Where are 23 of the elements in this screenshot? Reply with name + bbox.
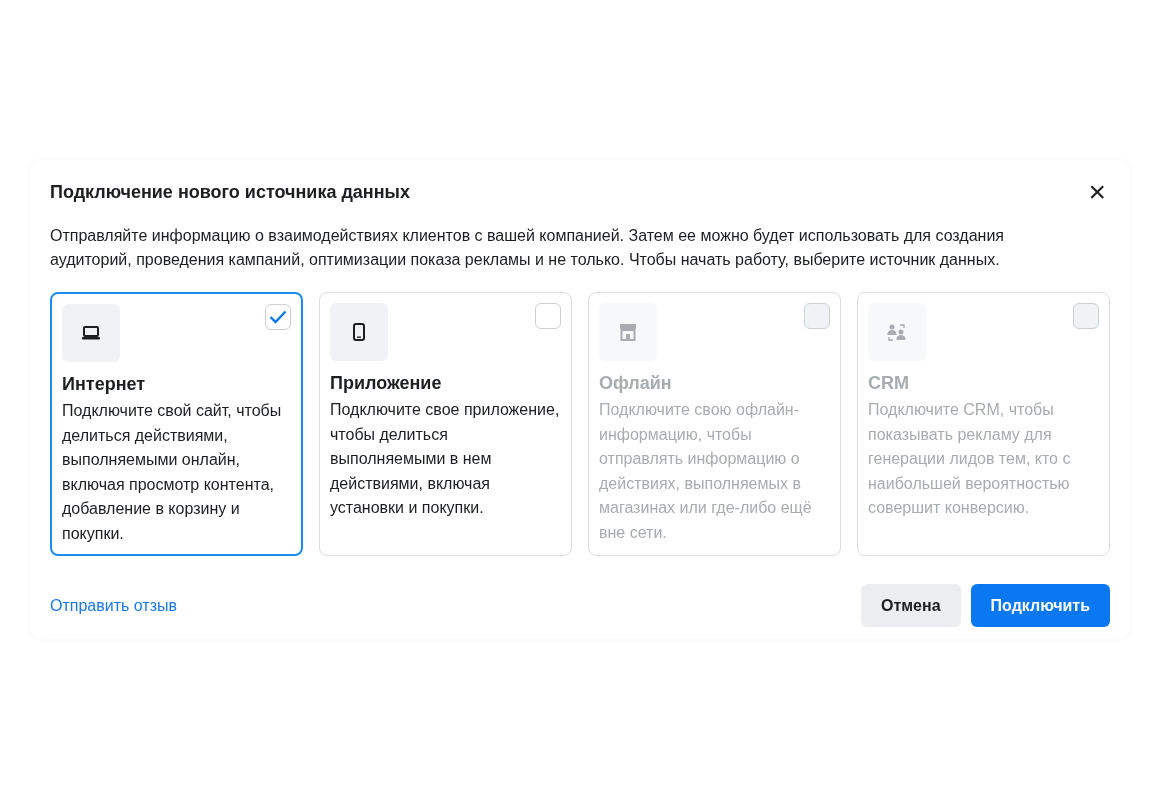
card-title: Приложение <box>330 373 443 394</box>
checkbox[interactable] <box>265 304 291 330</box>
card-title: Интернет <box>62 374 147 395</box>
laptop-icon <box>82 326 100 340</box>
dialog-title: Подключение нового источника данных <box>50 181 410 203</box>
feedback-link[interactable]: Отправить отзыв <box>50 596 177 615</box>
dialog-description: Отправляйте информацию о взаимодействиях клиентов с вашей компанией. Затем ее можно будет использовать для создания аудиторий, проведения кампаний, оптимизации показа рекламы и не только. Чтобы начать работу, выберите источник данных. <box>50 226 1005 270</box>
card-description: Подключите свой сайт, чтобы делиться действиями, выполняемыми онлайн, включая просмотр контента, добавление в корзину и покупки. <box>62 401 283 544</box>
store-icon <box>619 323 637 341</box>
checkbox[interactable] <box>535 303 561 329</box>
check-icon <box>269 310 287 324</box>
cancel-button[interactable]: Отмена <box>861 584 961 627</box>
source-card[interactable]: Интернет Подключите свой сайт, чтобы делиться действиями, выполняемыми онлайн, включая просмотр контента, добавление в корзину и покупки. <box>50 292 303 556</box>
source-card[interactable]: Приложение Подключите свое приложение, чтобы делиться выполняемыми в нем действиями, включая установки и покупки. <box>319 292 572 556</box>
card-title: CRM <box>868 373 910 394</box>
people-sync-icon <box>887 323 907 341</box>
connect-button[interactable]: Подключить <box>970 584 1110 627</box>
close-button[interactable]: × <box>1084 180 1110 204</box>
card-description: Подключите свою офлайн-информацию, чтобы отправлять информацию о действиях, выполняемых в магазинах или где-либо ещё вне сети. <box>599 400 813 543</box>
card-description: Подключите CRM, чтобы показывать рекламу для генерации лидов тем, кто с наибольшей вероятностью совершит конверсию. <box>868 400 1072 518</box>
card-title: Офлайн <box>599 373 673 394</box>
phone-icon <box>353 323 365 341</box>
card-description: Подключите свое приложение, чтобы делиться выполняемыми в нем действиями, включая установки и покупки. <box>330 400 561 518</box>
